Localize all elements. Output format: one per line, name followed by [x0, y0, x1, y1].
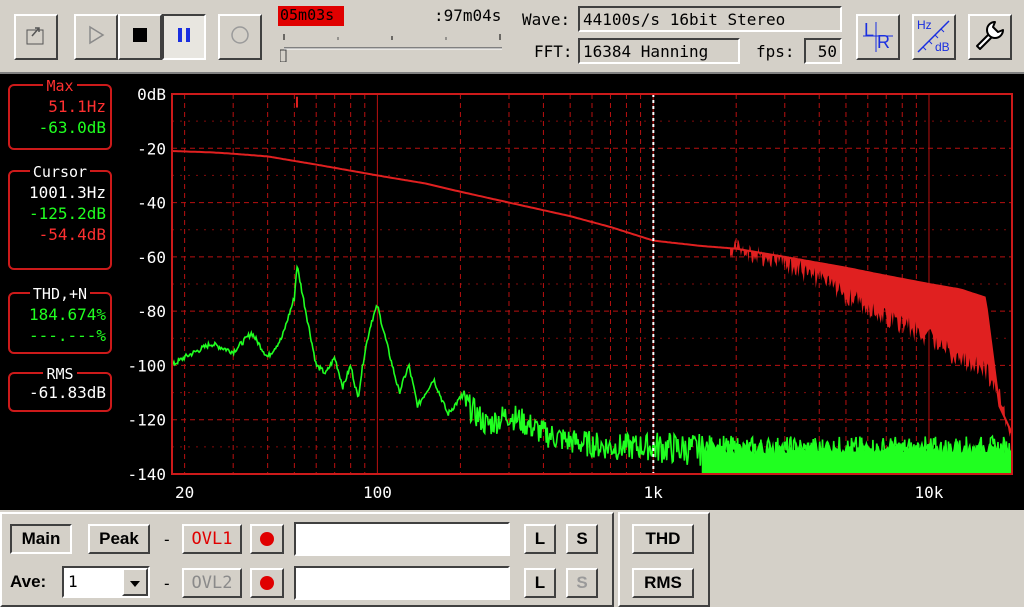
playback-slider[interactable] — [279, 30, 506, 63]
ovl2-button[interactable]: OVL2 — [182, 568, 242, 598]
x-tick-label: 10k — [915, 483, 944, 502]
ovl1-filename-input[interactable] — [294, 522, 510, 556]
fps-value: 50 — [817, 42, 837, 61]
wave-format-value: 44100s/s 16bit Stereo — [583, 10, 786, 29]
average-value: 1 — [68, 572, 78, 591]
pause-icon — [174, 25, 194, 49]
ovl2-label: OVL2 — [191, 573, 233, 593]
lr-channel-icon: L R — [861, 20, 895, 54]
load-label: L — [534, 529, 546, 548]
record-dot-icon — [260, 576, 274, 590]
thd-button[interactable]: THD — [632, 524, 694, 554]
dash-separator-2: - — [162, 574, 172, 593]
db-glyph: dB — [935, 40, 950, 54]
save-label: S — [576, 573, 588, 592]
thd-button-label: THD — [645, 529, 681, 548]
open-file-button[interactable] — [14, 14, 58, 60]
average-select[interactable]: 1 — [62, 566, 150, 598]
x-tick-label: 1k — [644, 483, 664, 502]
ovl1-load-button[interactable]: L — [524, 524, 556, 554]
fps-field: 50 — [804, 38, 842, 64]
play-button[interactable] — [74, 14, 118, 60]
toolbar: 05m03s :97m04s Wave: 44100s/s 16bit Ster… — [0, 0, 1024, 74]
elapsed-time: 05m03s — [280, 6, 335, 24]
play-icon — [85, 24, 107, 50]
ovl1-button[interactable]: OVL1 — [182, 524, 242, 554]
ovl2-record-button[interactable] — [250, 568, 284, 598]
hz-glyph: Hz — [917, 18, 932, 32]
rms-button-label: RMS — [644, 573, 682, 592]
hz-db-scale-button[interactable]: Hz dB — [912, 14, 956, 60]
pause-button[interactable] — [162, 14, 206, 60]
chevron-down-icon — [129, 573, 141, 592]
ovl2-filename-input[interactable] — [294, 566, 510, 600]
load-label: L — [534, 573, 546, 592]
elapsed-time-display: 05m03s — [278, 6, 344, 26]
x-tick-label: 100 — [363, 483, 392, 502]
y-tick-label: -40 — [137, 194, 166, 213]
bottom-controls: Main Peak - OVL1 L S Ave: 1 - OVL2 L S T… — [0, 512, 1024, 607]
y-tick-label: -60 — [137, 248, 166, 267]
total-time: :97m04s — [434, 6, 502, 25]
spectrum-panel: Max 51.1Hz -63.0dB Cursor 1001.3Hz -125.… — [0, 74, 1024, 510]
ovl1-label: OVL1 — [191, 529, 233, 549]
dash-separator: - — [162, 530, 172, 549]
y-tick-label: -120 — [127, 411, 166, 430]
x-tick-label: 20 — [175, 483, 194, 502]
y-tick-label: 0dB — [137, 85, 166, 104]
lr-channel-button[interactable]: L R — [856, 14, 900, 60]
fft-settings-field: 16384 Hanning — [578, 38, 740, 64]
ovl1-record-button[interactable] — [250, 524, 284, 554]
stop-button[interactable] — [118, 14, 162, 60]
peak-button[interactable]: Peak — [88, 524, 150, 554]
ovl2-load-button[interactable]: L — [524, 568, 556, 598]
fft-settings-value: 16384 Hanning — [583, 42, 709, 61]
record-button[interactable] — [218, 14, 262, 60]
average-dropdown-button[interactable] — [122, 568, 148, 596]
ovl1-save-button[interactable]: S — [566, 524, 598, 554]
settings-wrench-button[interactable] — [968, 14, 1012, 60]
y-tick-label: -100 — [127, 356, 166, 375]
peak-label: Peak — [99, 529, 139, 548]
fft-label: FFT: — [534, 42, 573, 61]
y-tick-label: -20 — [137, 139, 166, 158]
axis-labels: 0dB -20 -40 -60 -80 -100 -120 -140 20 100 1k 10k — [127, 85, 943, 502]
open-file-icon — [23, 22, 49, 52]
spectrum-chart[interactable]: 0dB -20 -40 -60 -80 -100 -120 -140 20 100 1k 10k — [0, 74, 1024, 510]
save-label: S — [576, 529, 588, 548]
wave-format-field: 44100s/s 16bit Stereo — [578, 6, 842, 32]
stop-icon — [130, 25, 150, 49]
rms-button[interactable]: RMS — [632, 568, 694, 598]
hz-db-scale-icon: Hz dB — [915, 18, 953, 56]
record-icon — [229, 24, 251, 50]
y-tick-label: -80 — [137, 302, 166, 321]
main-button[interactable]: Main — [10, 524, 72, 554]
wrench-icon — [973, 18, 1007, 56]
average-label: Ave: — [10, 572, 47, 591]
ovl2-save-button[interactable]: S — [566, 568, 598, 598]
main-label: Main — [21, 529, 61, 548]
record-dot-icon — [260, 532, 274, 546]
y-tick-label: -140 — [127, 465, 166, 484]
fps-label: fps: — [756, 42, 795, 61]
wave-label: Wave: — [522, 10, 571, 29]
